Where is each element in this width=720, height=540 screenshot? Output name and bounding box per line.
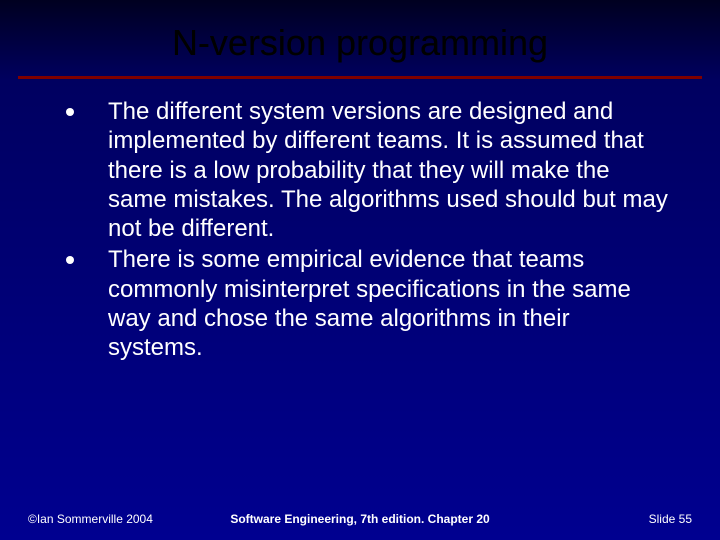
bullet-text: There is some empirical evidence that te… xyxy=(108,246,631,361)
bullet-list: The different system versions are design… xyxy=(60,97,670,362)
content-area: The different system versions are design… xyxy=(0,79,720,362)
footer-right: Slide 55 xyxy=(649,512,692,526)
footer-left: ©Ian Sommerville 2004 xyxy=(28,512,153,526)
list-item: The different system versions are design… xyxy=(60,97,670,243)
slide-title: N-version programming xyxy=(0,0,720,76)
list-item: There is some empirical evidence that te… xyxy=(60,245,670,362)
bullet-text: The different system versions are design… xyxy=(108,98,668,242)
footer: ©Ian Sommerville 2004 Software Engineeri… xyxy=(0,512,720,526)
slide: N-version programming The different syst… xyxy=(0,0,720,540)
slide-title-text: N-version programming xyxy=(172,22,548,63)
